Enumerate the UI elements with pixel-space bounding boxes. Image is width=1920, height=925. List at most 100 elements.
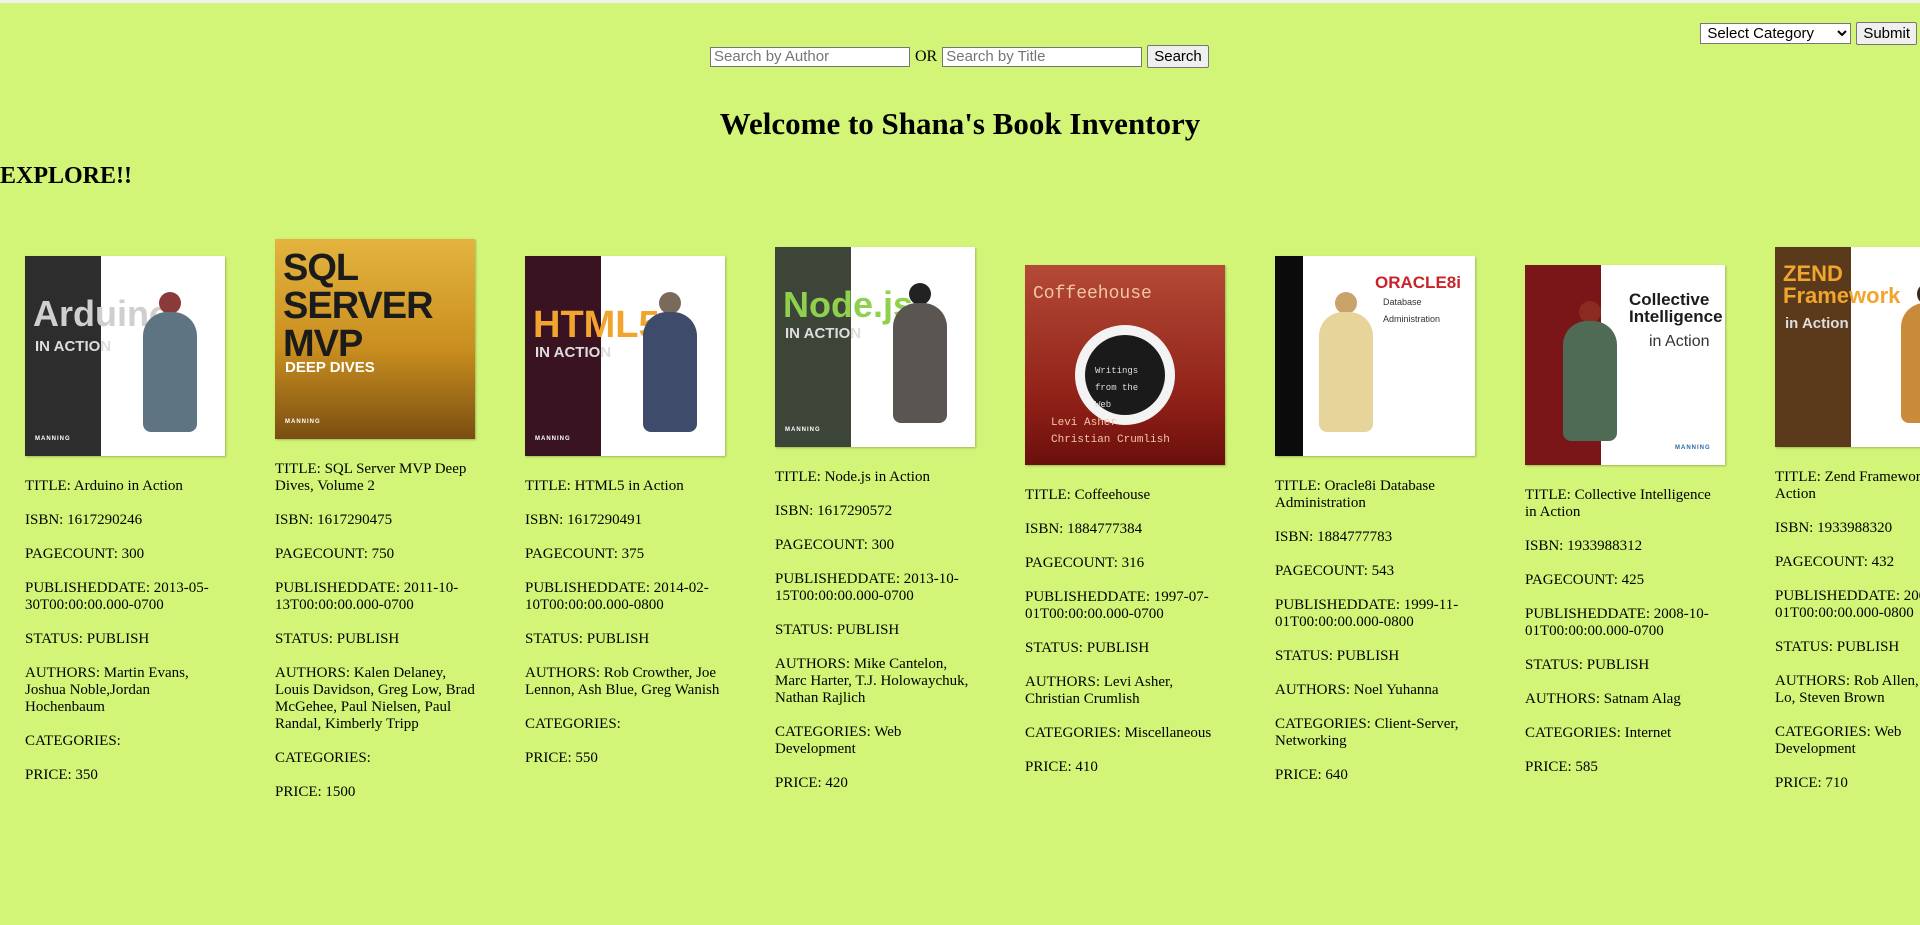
book-cover-image[interactable]: ORACLE8i Database Administration [1275, 256, 1475, 456]
book-cover-image[interactable]: Collective Intelligence in Action MANNIN… [1525, 265, 1725, 465]
book-published-date: PUBLISHEDDATE: 2014-02-10T00:00:00.000-0… [525, 580, 709, 613]
book-price: PRICE: 410 [1025, 759, 1098, 775]
book-status: STATUS: PUBLISH [1025, 640, 1150, 656]
book-categories: CATEGORIES: Miscellaneous [1025, 725, 1212, 741]
book-price: PRICE: 710 [1775, 775, 1848, 791]
book-title: TITLE: Zend Framework in Action [1775, 469, 1920, 502]
book-card: Collective Intelligence in Action MANNIN… [1525, 265, 1725, 793]
book-title: TITLE: Coffeehouse [1025, 487, 1151, 503]
book-authors: AUTHORS: Satnam Alag [1525, 691, 1681, 707]
book-cover-image[interactable]: HTML5 IN ACTION MANNING [525, 256, 725, 456]
book-price: PRICE: 350 [25, 767, 98, 783]
book-published-date: PUBLISHEDDATE: 2013-10-15T00:00:00.000-0… [775, 571, 959, 604]
book-pagecount: PAGECOUNT: 375 [525, 546, 645, 562]
book-isbn: ISBN: 1933988312 [1525, 538, 1643, 554]
book-isbn: ISBN: 1617290491 [525, 512, 643, 528]
book-pagecount: PAGECOUNT: 750 [275, 546, 395, 562]
book-cover-image[interactable]: Arduino IN ACTION MANNING [25, 256, 225, 456]
book-title: TITLE: HTML5 in Action [525, 478, 684, 494]
book-card: Node.js IN ACTION MANNING TITLE: Node.js… [775, 247, 975, 809]
book-categories: CATEGORIES: [25, 733, 121, 749]
publisher-logo: MANNING [285, 419, 321, 425]
book-pagecount: PAGECOUNT: 432 [1775, 554, 1895, 570]
book-isbn: ISBN: 1884777783 [1275, 529, 1393, 545]
publisher-logo: MANNING [35, 436, 71, 442]
book-pagecount: PAGECOUNT: 543 [1275, 563, 1395, 579]
book-title: TITLE: Node.js in Action [775, 469, 930, 485]
book-card: ZEND Framework in Action TITLE: Zend Fra… [1775, 247, 1920, 809]
book-cover-image[interactable]: Node.js IN ACTION MANNING [775, 247, 975, 447]
publisher-logo: MANNING [785, 427, 821, 433]
book-cover-image[interactable]: SQL SERVER MVP DEEP DIVES MANNING [275, 239, 475, 439]
book-pagecount: PAGECOUNT: 300 [25, 546, 145, 562]
cover-subtitle: Writings from the Web [1095, 366, 1139, 410]
book-published-date: PUBLISHEDDATE: 2008-10-01T00:00:00.000-0… [1525, 606, 1709, 639]
book-cover-image[interactable]: ZEND Framework in Action [1775, 247, 1920, 447]
book-price: PRICE: 640 [1275, 767, 1348, 783]
cover-figure [885, 283, 955, 433]
book-card: Arduino IN ACTION MANNING TITLE: Arduino… [25, 256, 225, 801]
book-authors: AUTHORS: Rob Crowther, Joe Lennon, Ash B… [525, 665, 720, 698]
book-published-date: PUBLISHEDDATE: 2011-10-13T00:00:00.000-0… [275, 580, 459, 613]
book-authors: AUTHORS: Noel Yuhanna [1275, 682, 1439, 698]
book-title: TITLE: Oracle8i Database Administration [1275, 478, 1435, 511]
cover-figure [1555, 301, 1625, 451]
book-categories: CATEGORIES: Client-Server, Networking [1275, 716, 1459, 749]
book-pagecount: PAGECOUNT: 300 [775, 537, 895, 553]
book-isbn: ISBN: 1617290572 [775, 503, 893, 519]
book-isbn: ISBN: 1617290246 [25, 512, 143, 528]
book-status: STATUS: PUBLISH [1525, 657, 1650, 673]
cover-figure [1893, 283, 1920, 433]
cover-subtitle: Database Administration [1383, 297, 1441, 324]
book-authors: AUTHORS: Kalen Delaney, Louis Davidson, … [275, 665, 475, 732]
book-status: STATUS: PUBLISH [275, 631, 400, 647]
book-isbn: ISBN: 1617290475 [275, 512, 393, 528]
book-card: SQL SERVER MVP DEEP DIVES MANNING TITLE:… [275, 239, 475, 818]
book-price: PRICE: 1500 [275, 784, 356, 800]
book-categories: CATEGORIES: Web Development [1775, 724, 1902, 757]
book-published-date: PUBLISHEDDATE: 1997-07-01T00:00:00.000-0… [1025, 589, 1209, 622]
book-pagecount: PAGECOUNT: 316 [1025, 555, 1145, 571]
book-price: PRICE: 550 [525, 750, 598, 766]
book-title: TITLE: Arduino in Action [25, 478, 183, 494]
book-categories: CATEGORIES: [275, 750, 371, 766]
book-price: PRICE: 420 [775, 775, 848, 791]
book-isbn: ISBN: 1933988320 [1775, 520, 1893, 536]
book-status: STATUS: PUBLISH [25, 631, 150, 647]
book-authors: AUTHORS: Rob Allen, Nick Lo, Steven Brow… [1775, 673, 1920, 706]
book-published-date: PUBLISHEDDATE: 1999-11-01T00:00:00.000-0… [1275, 597, 1459, 630]
cover-figure [135, 292, 205, 442]
book-isbn: ISBN: 1884777384 [1025, 521, 1143, 537]
book-price: PRICE: 585 [1525, 759, 1598, 775]
cover-subtitle: IN ACTION [785, 325, 862, 342]
cover-subtitle: in Action [1649, 333, 1710, 350]
publisher-logo: MANNING [1675, 445, 1711, 451]
book-published-date: PUBLISHEDDATE: 2008-12-01T00:00:00.000-0… [1775, 588, 1920, 621]
book-published-date: PUBLISHEDDATE: 2013-05-30T00:00:00.000-0… [25, 580, 209, 613]
book-title: TITLE: Collective Intelligence in Action [1525, 487, 1711, 520]
cover-subtitle: IN ACTION [535, 344, 612, 361]
cover-figure [1311, 292, 1381, 442]
cover-figure [635, 292, 705, 442]
cover-subtitle: DEEP DIVES [285, 359, 375, 376]
book-categories: CATEGORIES: Internet [1525, 725, 1672, 741]
book-cover-image[interactable]: Coffeehouse Writings from the Web Levi A… [1025, 265, 1225, 465]
cover-authors: Levi Asher Christian Crumlish [1051, 417, 1170, 446]
book-card: HTML5 IN ACTION MANNING TITLE: HTML5 in … [525, 256, 725, 784]
book-card: ORACLE8i Database Administration TITLE: … [1275, 256, 1475, 801]
cover-title: ORACLE8i [1375, 273, 1461, 292]
book-authors: AUTHORS: Martin Evans, Joshua Noble,Jord… [25, 665, 189, 715]
book-status: STATUS: PUBLISH [1275, 648, 1400, 664]
book-pagecount: PAGECOUNT: 425 [1525, 572, 1645, 588]
book-title: TITLE: SQL Server MVP Deep Dives, Volume… [275, 461, 467, 494]
book-status: STATUS: PUBLISH [775, 622, 900, 638]
cover-subtitle: IN ACTION [35, 338, 112, 355]
book-status: STATUS: PUBLISH [1775, 639, 1900, 655]
cover-subtitle: in Action [1785, 315, 1849, 332]
book-authors: AUTHORS: Levi Asher, Christian Crumlish [1025, 674, 1174, 707]
publisher-logo: MANNING [535, 436, 571, 442]
cover-title: Collective Intelligence [1629, 290, 1723, 326]
book-list: Arduino IN ACTION MANNING TITLE: Arduino… [0, 0, 1920, 925]
book-authors: AUTHORS: Mike Cantelon, Marc Harter, T.J… [775, 656, 969, 706]
book-card: Coffeehouse Writings from the Web Levi A… [1025, 265, 1225, 793]
